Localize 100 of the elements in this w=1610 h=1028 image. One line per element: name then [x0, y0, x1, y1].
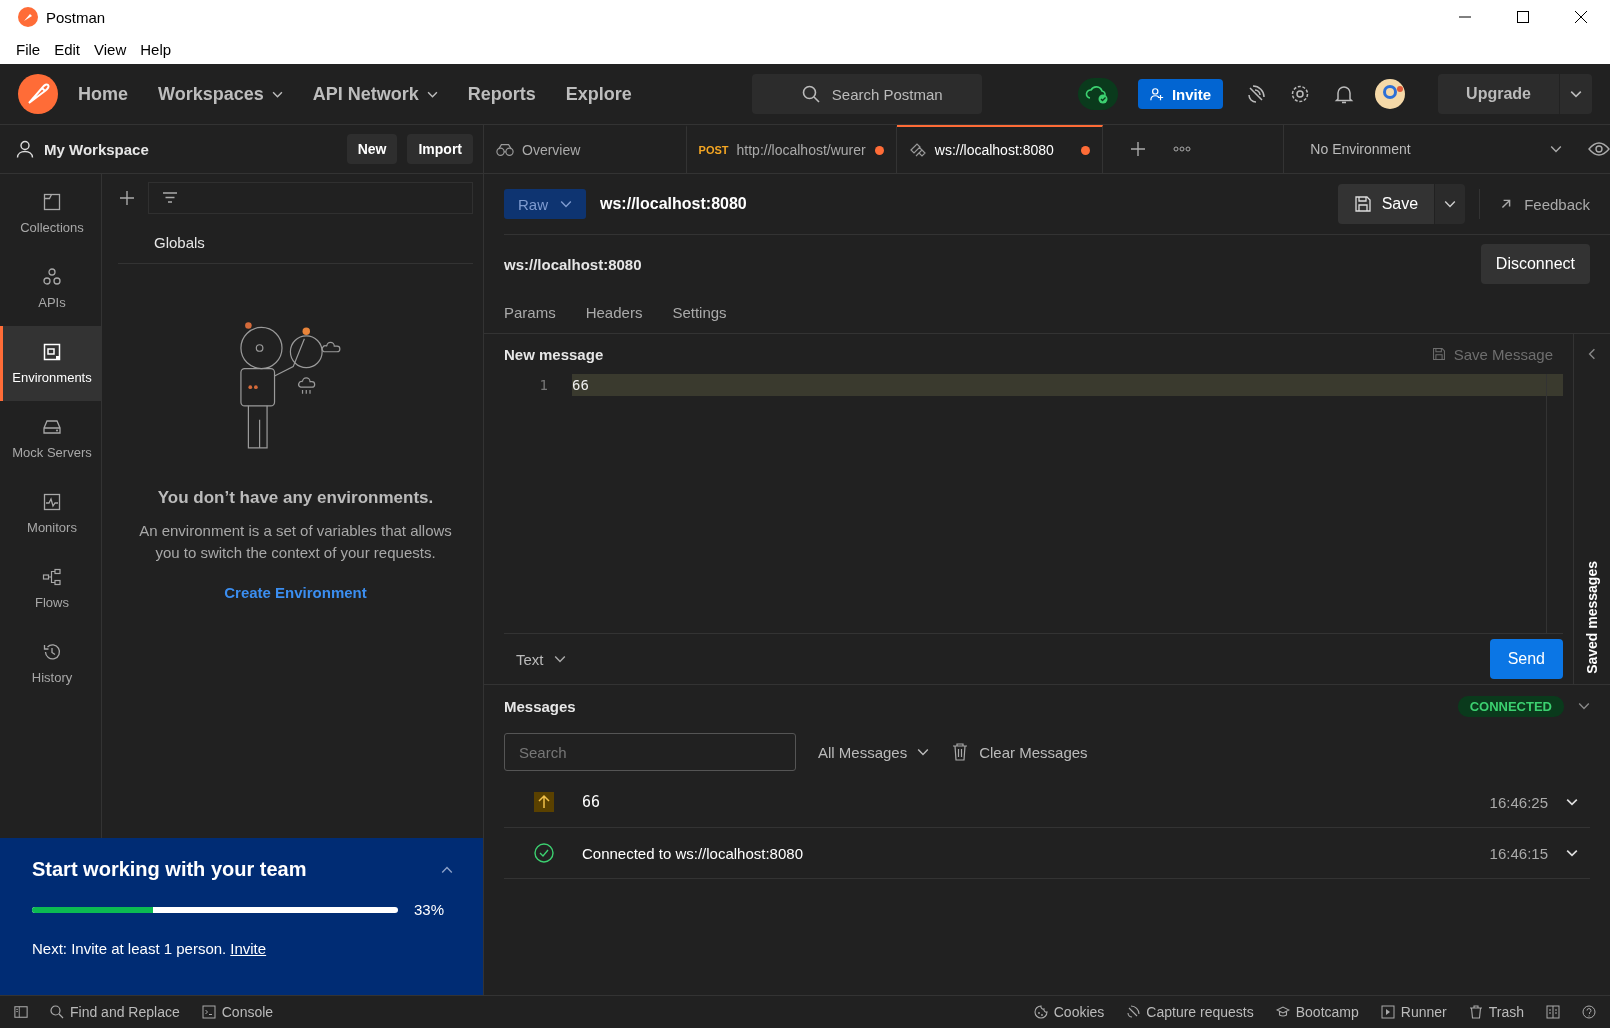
- close-icon[interactable]: [1574, 10, 1588, 24]
- message-filter-dropdown[interactable]: All Messages: [818, 743, 930, 761]
- workspace-button[interactable]: New: [346, 134, 398, 164]
- sidebar-item[interactable]: History: [0, 626, 101, 701]
- expand-icon[interactable]: [1586, 348, 1598, 360]
- message-time: 16:46:25: [1489, 793, 1548, 811]
- mode-dropdown[interactable]: Raw: [504, 189, 586, 219]
- nav-link[interactable]: Explore: [565, 83, 632, 105]
- collections-icon: [42, 192, 62, 212]
- caret-icon: [1444, 198, 1457, 210]
- caret-icon: [560, 198, 572, 210]
- message-editor[interactable]: 1 66: [504, 374, 1563, 634]
- status-bar-item[interactable]: Bootcamp: [1275, 1004, 1359, 1020]
- sidebar-item[interactable]: Monitors: [0, 476, 101, 551]
- team-card-title: Start working with your team: [32, 858, 307, 881]
- send-button[interactable]: Send: [1489, 639, 1563, 679]
- request-subtab[interactable]: Headers: [585, 295, 643, 331]
- avatar-icon[interactable]: [1375, 79, 1406, 109]
- status-bar-item[interactable]: Cookies: [1033, 1004, 1105, 1020]
- empty-state-description: An environment is a set of variables that allows you to switch the context of your requests.: [138, 521, 453, 563]
- apis-icon: [42, 267, 62, 287]
- nav-link[interactable]: API Network: [312, 83, 438, 105]
- cloud-sync-icon[interactable]: [1077, 78, 1118, 110]
- request-tab[interactable]: POST http://localhost/wurer: [686, 125, 897, 173]
- message-search-field[interactable]: Search: [504, 733, 796, 771]
- sidebar-item[interactable]: Mock Servers: [0, 401, 101, 476]
- message-text: 66: [582, 793, 602, 811]
- search-input[interactable]: Search Postman: [829, 84, 974, 104]
- create-environment-link[interactable]: Create Environment: [224, 584, 367, 601]
- layout-icon[interactable]: [1546, 1005, 1560, 1019]
- request-method: POST: [698, 144, 729, 156]
- sidebar-item[interactable]: Collections: [0, 176, 101, 251]
- request-tab[interactable]: ws://localhost:8080: [896, 125, 1104, 173]
- help-icon[interactable]: [1582, 1005, 1596, 1019]
- invite-link[interactable]: Invite: [230, 940, 267, 957]
- format-dropdown[interactable]: Text: [504, 650, 566, 668]
- workspace-button[interactable]: Import: [407, 134, 473, 164]
- window-title: Postman: [46, 8, 106, 26]
- caret-icon[interactable]: [1566, 847, 1578, 859]
- trash-icon: [1468, 1005, 1483, 1019]
- environments-icon: [42, 342, 62, 362]
- app-logo-icon[interactable]: [18, 74, 58, 114]
- check-circle-icon: [534, 843, 554, 863]
- caret-icon: [1550, 143, 1562, 155]
- environment-selector[interactable]: No Environment: [1284, 125, 1578, 173]
- message-row[interactable]: Connected to ws://localhost:8080 16:46:15: [504, 828, 1590, 879]
- search-icon: [801, 85, 820, 103]
- connection-status: CONNECTED: [1457, 695, 1564, 717]
- nav-link[interactable]: Workspaces: [158, 83, 283, 105]
- feedback-link[interactable]: Feedback: [1479, 189, 1590, 219]
- sidebar-item[interactable]: Environments: [0, 326, 101, 401]
- upgrade-button[interactable]: Upgrade: [1438, 74, 1592, 114]
- save-button[interactable]: Save: [1337, 184, 1435, 224]
- invite-button[interactable]: Invite: [1137, 79, 1224, 109]
- status-bar-item[interactable]: Find and Replace: [50, 1004, 180, 1020]
- add-icon[interactable]: [118, 189, 136, 207]
- arrow-icon: [1500, 198, 1513, 210]
- search-field[interactable]: Search Postman: [751, 74, 982, 114]
- nav-link[interactable]: Home: [78, 83, 128, 105]
- caret-icon[interactable]: [1570, 90, 1582, 98]
- request-tab[interactable]: Overview: [484, 125, 687, 173]
- history-icon: [42, 642, 62, 662]
- notification-bell-icon[interactable]: [1333, 83, 1356, 105]
- sidebar-item[interactable]: Flows: [0, 551, 101, 626]
- saved-messages-tab[interactable]: Saved messages: [1584, 561, 1600, 674]
- flows-icon: [42, 567, 62, 587]
- status-bar-item[interactable]: Trash: [1468, 1004, 1524, 1020]
- sidebar-toggle-icon[interactable]: [14, 1005, 28, 1019]
- status-bar-item[interactable]: Runner: [1380, 1004, 1447, 1020]
- messages-title: Messages: [504, 697, 576, 715]
- globals-item[interactable]: Globals: [118, 222, 473, 264]
- satellite-icon[interactable]: [1245, 83, 1268, 105]
- eye-icon[interactable]: [1588, 142, 1610, 156]
- menu-item[interactable]: Help: [140, 40, 172, 58]
- trash-icon: [951, 743, 970, 761]
- caret-icon[interactable]: [1566, 796, 1578, 808]
- monitors-icon: [42, 492, 62, 512]
- new-tab-icon[interactable]: [1129, 140, 1148, 158]
- maximize-icon[interactable]: [1516, 10, 1530, 24]
- status-bar-item[interactable]: Console: [201, 1004, 274, 1020]
- request-subtab[interactable]: Settings: [672, 295, 727, 331]
- nav-link[interactable]: Reports: [467, 83, 536, 105]
- url-field[interactable]: ws://localhost:8080: [600, 195, 1324, 213]
- graduation-cap-icon: [1275, 1005, 1290, 1019]
- satellite-icon: [1126, 1005, 1141, 1019]
- message-row[interactable]: 66 16:46:25: [504, 777, 1590, 828]
- next-step-text: Next: Invite at least 1 person.: [32, 940, 227, 957]
- clear-messages-button[interactable]: Clear Messages: [951, 743, 1088, 761]
- menu-item[interactable]: File: [16, 40, 41, 58]
- sidebar-item[interactable]: APIs: [0, 251, 101, 326]
- menu-item[interactable]: Edit: [54, 40, 81, 58]
- menu-item[interactable]: View: [94, 40, 127, 58]
- request-subtab[interactable]: Params: [504, 295, 556, 331]
- status-bar-item[interactable]: Capture requests: [1126, 1004, 1254, 1020]
- disconnect-button[interactable]: Disconnect: [1480, 244, 1590, 284]
- filter-field[interactable]: [148, 182, 473, 214]
- app-logo-icon: [18, 7, 38, 27]
- mock-icon: [42, 417, 62, 437]
- binoculars-icon: [496, 141, 514, 159]
- search-icon: [50, 1005, 64, 1019]
